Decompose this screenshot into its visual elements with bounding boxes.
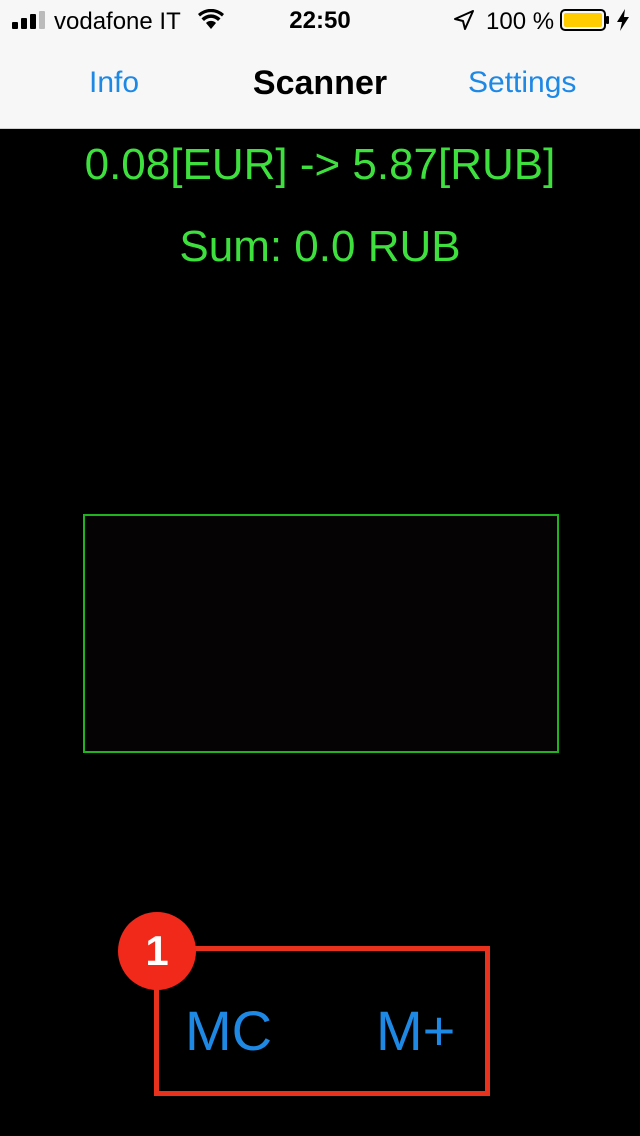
- charging-bolt-icon: [617, 9, 629, 31]
- settings-button[interactable]: Settings: [468, 66, 576, 100]
- scan-frame: [83, 514, 559, 753]
- navigation-bar: Info Scanner Settings: [0, 40, 640, 129]
- memory-clear-button[interactable]: MC: [185, 998, 272, 1063]
- battery-icon: [560, 9, 609, 31]
- status-bar: vodafone IT 22:50 100 %: [0, 0, 640, 40]
- sum-total: Sum: 0.0 RUB: [179, 222, 461, 271]
- conversion-result: 0.08[EUR] -> 5.87[RUB]: [84, 140, 556, 189]
- battery-percentage: 100 %: [486, 8, 555, 35]
- annotation-badge: 1: [118, 912, 196, 990]
- memory-add-button[interactable]: M+: [376, 998, 455, 1063]
- location-arrow-icon: [454, 10, 474, 30]
